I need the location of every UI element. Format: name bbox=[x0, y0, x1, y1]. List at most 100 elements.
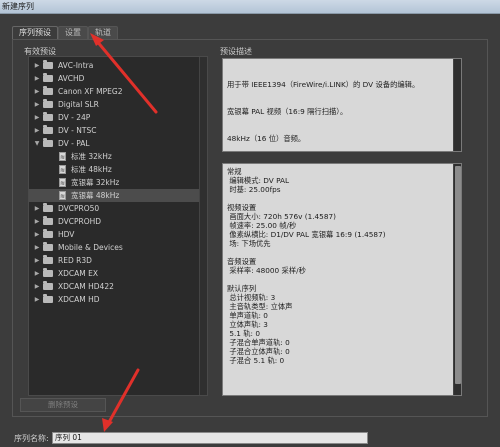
preset-description-box: 用于带 IEEE1394（FireWire/i.LINK）的 DV 设备的编辑。… bbox=[222, 58, 462, 152]
preset-folder[interactable]: ▶ RED R3D bbox=[29, 254, 207, 267]
tab-tracks[interactable]: 轨道 bbox=[88, 26, 118, 39]
preset-folder-label: Digital SLR bbox=[58, 100, 99, 109]
preset-folder-label: DV - 24P bbox=[58, 113, 91, 122]
expand-right-icon[interactable]: ▶ bbox=[33, 124, 41, 137]
folder-icon bbox=[43, 112, 53, 121]
preset-tree[interactable]: ▶ AVC-Intra ▶ AVCHD ▶ Canon XF MPEG2 ▶ Digital … bbox=[28, 56, 208, 396]
expand-right-icon[interactable]: ▶ bbox=[33, 111, 41, 124]
preset-folder-label: Canon XF MPEG2 bbox=[58, 87, 123, 96]
detail-line: 视频设置 bbox=[227, 203, 257, 212]
details-scroll-thumb[interactable] bbox=[455, 166, 461, 384]
expand-down-icon[interactable]: ▼ bbox=[33, 137, 41, 150]
preset-folder-label: DVCPROHD bbox=[58, 217, 102, 226]
expand-right-icon[interactable]: ▶ bbox=[33, 59, 41, 72]
description-line: 48kHz（16 位）音频。 bbox=[227, 134, 306, 143]
sequence-name-label: 序列名称: bbox=[14, 434, 49, 443]
preset-folder[interactable]: ▶ XDCAM HD422 bbox=[29, 280, 207, 293]
preset-item[interactable]: 标准 48kHz bbox=[29, 163, 207, 177]
tab-settings[interactable]: 设置 bbox=[58, 26, 88, 39]
folder-icon bbox=[43, 229, 53, 238]
preset-folder-label: HDV bbox=[58, 230, 75, 239]
expand-right-icon[interactable]: ▶ bbox=[33, 293, 41, 306]
folder-icon bbox=[43, 281, 53, 290]
preset-folder-label: RED R3D bbox=[58, 256, 92, 265]
detail-line: 主音轨类型: 立体声 bbox=[227, 302, 293, 311]
folder-icon bbox=[43, 138, 53, 147]
details-scrollbar[interactable] bbox=[453, 164, 461, 395]
preset-description-text: 用于带 IEEE1394（FireWire/i.LINK）的 DV 设备的编辑。… bbox=[227, 62, 419, 161]
expand-right-icon[interactable]: ▶ bbox=[33, 98, 41, 111]
preset-folder[interactable]: ▶ DVCPROHD bbox=[29, 215, 207, 228]
detail-line: 像素纵横比: D1/DV PAL 宽银幕 16:9 (1.4587) bbox=[227, 230, 386, 239]
preset-folder[interactable]: ▶ XDCAM EX bbox=[29, 267, 207, 280]
detail-line: 编辑模式: DV PAL bbox=[227, 176, 290, 185]
detail-line: 场: 下场优先 bbox=[227, 239, 271, 248]
detail-line: 时基: 25.00fps bbox=[227, 185, 281, 194]
preset-file-icon bbox=[59, 164, 66, 177]
expand-right-icon[interactable]: ▶ bbox=[33, 72, 41, 85]
preset-item[interactable]: 宽银幕 32kHz bbox=[29, 176, 207, 190]
preset-item-label: 标准 32kHz bbox=[71, 152, 112, 161]
preset-folder[interactable]: ▶ AVCHD bbox=[29, 72, 207, 85]
preset-item[interactable]: 标准 32kHz bbox=[29, 150, 207, 164]
description-scrollbar[interactable] bbox=[453, 59, 461, 151]
detail-line: 总计视频轨: 3 bbox=[227, 293, 276, 302]
preset-tree-scrollbar[interactable] bbox=[199, 57, 207, 395]
preset-item-label: 标准 48kHz bbox=[71, 165, 112, 174]
preset-folder-label: DV - PAL bbox=[58, 139, 90, 148]
delete-preset-button[interactable]: 删除预设 bbox=[20, 398, 106, 412]
preset-item[interactable]: 宽银幕 48kHz bbox=[29, 189, 207, 203]
expand-right-icon[interactable]: ▶ bbox=[33, 85, 41, 98]
description-line: 用于带 IEEE1394（FireWire/i.LINK）的 DV 设备的编辑。 bbox=[227, 80, 420, 89]
preset-folder[interactable]: ▶ XDCAM HD bbox=[29, 293, 207, 306]
folder-icon bbox=[43, 255, 53, 264]
detail-line: 子混合单声道轨: 0 bbox=[227, 338, 290, 347]
sequence-name-input[interactable]: 序列 01 bbox=[52, 432, 368, 444]
preset-folder[interactable]: ▶ Mobile & Devices bbox=[29, 241, 207, 254]
detail-line: 音频设置 bbox=[227, 257, 257, 266]
expand-right-icon[interactable]: ▶ bbox=[33, 215, 41, 228]
detail-line: 单声道轨: 0 bbox=[227, 311, 268, 320]
folder-icon bbox=[43, 125, 53, 134]
preset-folder[interactable]: ▶ Canon XF MPEG2 bbox=[29, 85, 207, 98]
preset-folder[interactable]: ▶ HDV bbox=[29, 228, 207, 241]
preset-folder-label: XDCAM HD422 bbox=[58, 282, 114, 291]
detail-line: 默认序列 bbox=[227, 284, 257, 293]
tab-sequence-presets[interactable]: 序列预设 bbox=[12, 26, 58, 39]
expand-right-icon[interactable]: ▶ bbox=[33, 241, 41, 254]
expand-right-icon[interactable]: ▶ bbox=[33, 254, 41, 267]
folder-icon bbox=[43, 203, 53, 212]
preset-folder[interactable]: ▶ DV - 24P bbox=[29, 111, 207, 124]
detail-line: 子混合 5.1 轨: 0 bbox=[227, 356, 285, 365]
expand-right-icon[interactable]: ▶ bbox=[33, 202, 41, 215]
folder-icon bbox=[43, 216, 53, 225]
preset-file-icon bbox=[59, 151, 66, 164]
preset-folder[interactable]: ▶ DVCPRO50 bbox=[29, 202, 207, 215]
preset-folder-label: XDCAM EX bbox=[58, 269, 99, 278]
preset-folder[interactable]: ▶ AVC-Intra bbox=[29, 59, 207, 72]
detail-line bbox=[227, 194, 386, 203]
detail-line: 帧速率: 25.00 帧/秒 bbox=[227, 221, 297, 230]
detail-line: 立体声轨: 3 bbox=[227, 320, 268, 329]
preset-file-icon bbox=[59, 177, 66, 190]
preset-folder-label: XDCAM HD bbox=[58, 295, 100, 304]
expand-right-icon[interactable]: ▶ bbox=[33, 267, 41, 280]
preset-item-label: 宽银幕 48kHz bbox=[71, 191, 120, 200]
expand-right-icon[interactable]: ▶ bbox=[33, 228, 41, 241]
expand-right-icon[interactable]: ▶ bbox=[33, 280, 41, 293]
preset-details-box: 常规 编辑模式: DV PAL 时基: 25.00fps 视频设置 画面大小: 7… bbox=[222, 163, 462, 396]
folder-icon bbox=[43, 73, 53, 82]
preset-folder-label: DV - NTSC bbox=[58, 126, 97, 135]
detail-line: 子混合立体声轨: 0 bbox=[227, 347, 290, 356]
description-line: 宽银幕 PAL 视频（16:9 隔行扫描）。 bbox=[227, 107, 348, 116]
preset-file-icon bbox=[59, 190, 66, 203]
folder-icon bbox=[43, 242, 53, 251]
detail-line bbox=[227, 275, 386, 284]
preset-folder-label: AVCHD bbox=[58, 74, 85, 83]
preset-folder[interactable]: ▶ DV - NTSC bbox=[29, 124, 207, 137]
preset-details-text: 常规 编辑模式: DV PAL 时基: 25.00fps 视频设置 画面大小: 7… bbox=[227, 167, 386, 365]
preset-folder[interactable]: ▶ Digital SLR bbox=[29, 98, 207, 111]
detail-line: 采样率: 48000 采样/秒 bbox=[227, 266, 306, 275]
folder-icon bbox=[43, 268, 53, 277]
preset-folder[interactable]: ▼ DV - PAL bbox=[29, 137, 207, 150]
